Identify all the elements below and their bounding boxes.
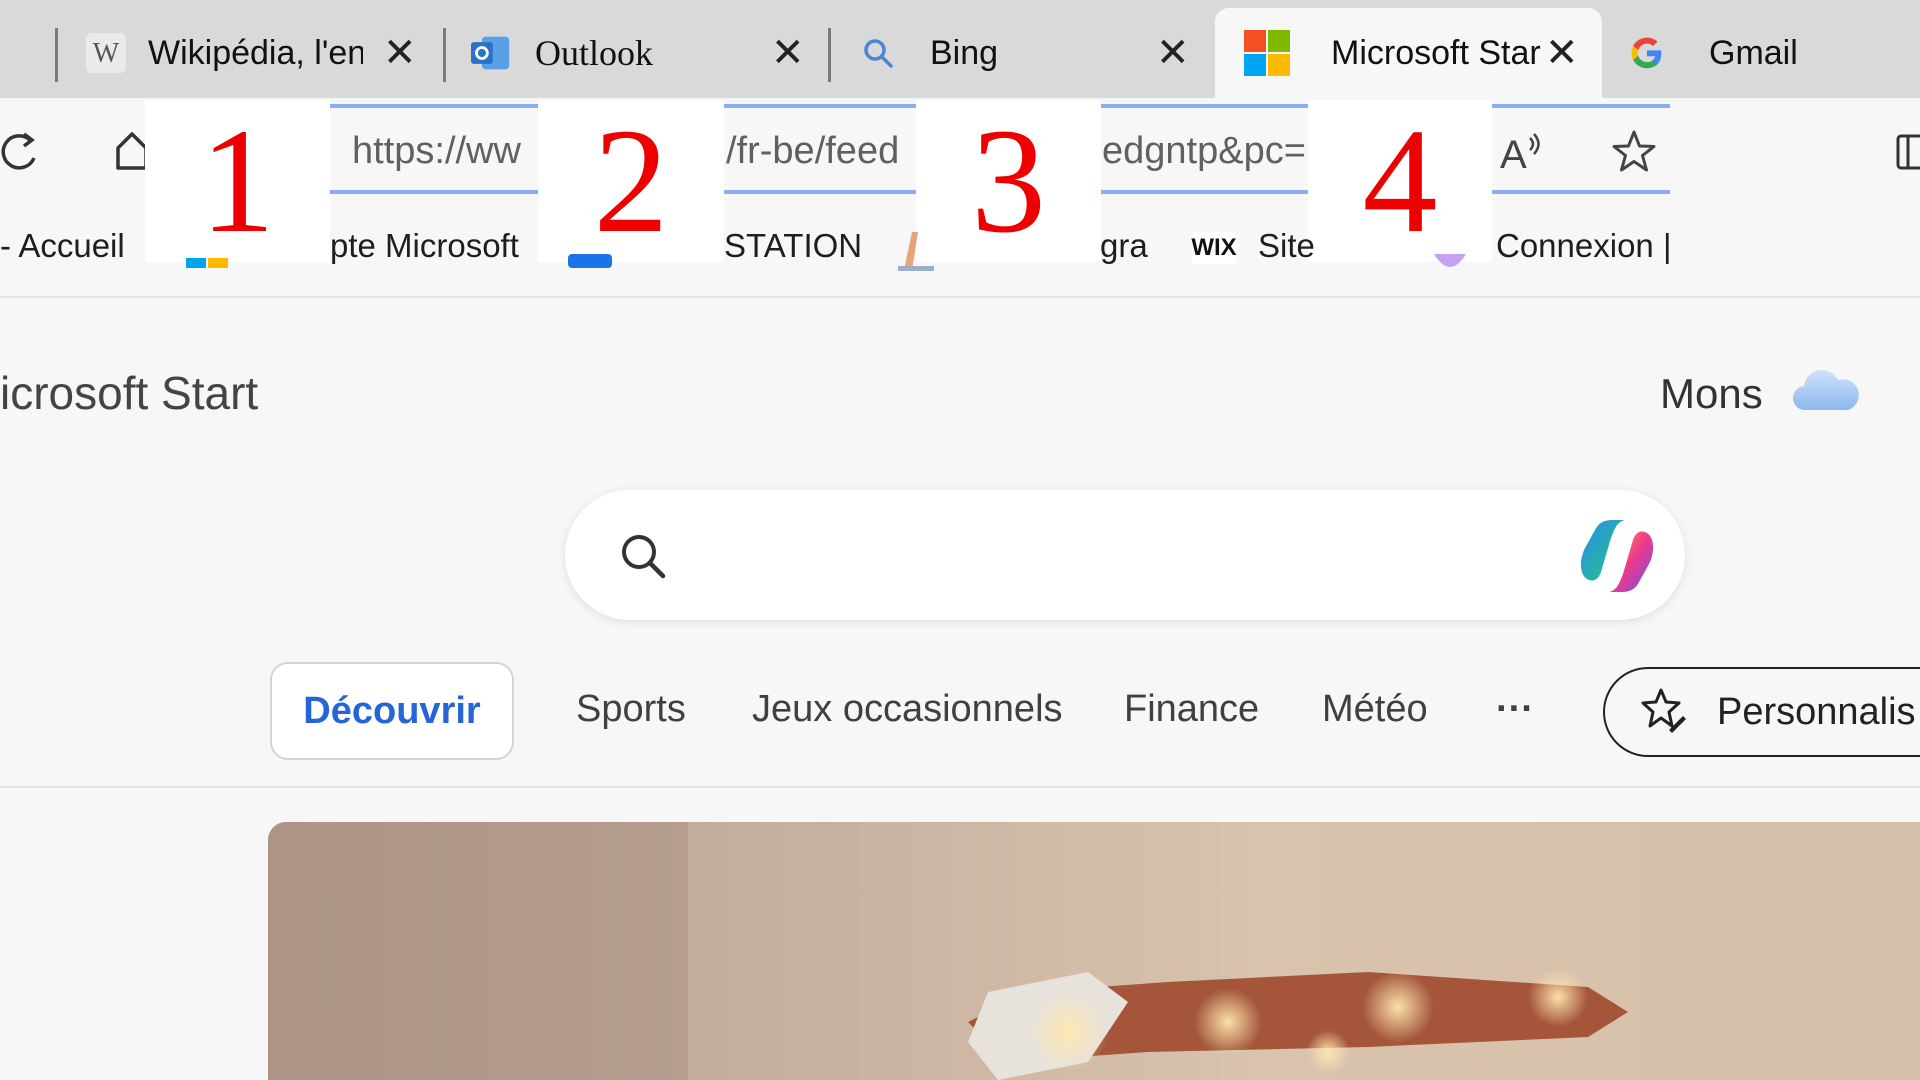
tab-separator bbox=[828, 28, 831, 82]
tab-finance[interactable]: Finance bbox=[1124, 688, 1259, 731]
overlay-marker-2: 2 bbox=[538, 100, 724, 262]
address-text[interactable]: edgntp&pc= bbox=[1102, 130, 1308, 173]
address-text[interactable]: https://ww bbox=[352, 130, 538, 173]
overlay-number: 1 bbox=[200, 98, 275, 264]
tab-bing[interactable]: Bing ✕ bbox=[850, 8, 1210, 98]
tab-separator bbox=[55, 28, 58, 82]
hero-image[interactable] bbox=[268, 822, 1920, 1080]
svg-text:A: A bbox=[1500, 133, 1527, 176]
address-bar-border bbox=[328, 104, 538, 108]
address-text[interactable]: /fr-be/feed bbox=[726, 130, 916, 173]
read-aloud-icon[interactable]: A bbox=[1498, 128, 1546, 176]
outlook-icon bbox=[471, 33, 511, 73]
overlay-number: 3 bbox=[971, 98, 1046, 264]
tab-microsoft-start[interactable]: Microsoft Star ✕ bbox=[1215, 8, 1602, 98]
overlay-marker-3: 3 bbox=[916, 100, 1101, 262]
bookmark-item[interactable]: gra bbox=[1100, 227, 1148, 265]
split-screen-icon[interactable] bbox=[1896, 130, 1920, 174]
sparkle-pen-icon bbox=[1639, 686, 1687, 739]
tab-discover-label: Découvrir bbox=[303, 689, 481, 732]
tab-title: Microsoft Star bbox=[1331, 33, 1541, 72]
microsoft-logo-icon bbox=[1243, 29, 1291, 77]
tab-separator bbox=[443, 28, 446, 82]
bookmark-favicon bbox=[568, 252, 612, 268]
tab-wikipedia[interactable]: W Wikipédia, l'en ✕ bbox=[78, 8, 438, 98]
more-options-button[interactable]: ··· bbox=[1496, 688, 1534, 731]
tab-title: Bing bbox=[930, 33, 999, 72]
bookmark-item[interactable]: - Accueil bbox=[0, 227, 125, 265]
tab-sports[interactable]: Sports bbox=[576, 688, 686, 731]
wix-icon-label: WIX bbox=[1191, 234, 1237, 261]
address-bar-border bbox=[722, 190, 916, 194]
close-icon[interactable]: ✕ bbox=[1545, 33, 1579, 73]
tab-title: Outlook bbox=[535, 33, 654, 73]
tab-casual-games[interactable]: Jeux occasionnels bbox=[752, 688, 1063, 731]
search-bar[interactable] bbox=[565, 490, 1685, 620]
bookmark-item[interactable]: STATION bbox=[724, 227, 862, 265]
overlay-number: 2 bbox=[593, 98, 669, 264]
nav-divider bbox=[0, 786, 1920, 788]
bookmarks-divider bbox=[0, 296, 1920, 298]
tab-outlook[interactable]: Outlook ✕ bbox=[465, 8, 825, 98]
search-icon bbox=[858, 33, 898, 73]
address-bar-border bbox=[1492, 104, 1670, 108]
bookmark-item[interactable]: Connexion | bbox=[1496, 227, 1672, 265]
tab-discover[interactable]: Découvrir bbox=[270, 662, 514, 760]
overlay-marker-1: 1 bbox=[145, 100, 330, 262]
address-bar-border bbox=[328, 190, 538, 194]
microsoft-account-icon bbox=[186, 254, 230, 268]
bookmark-favicon bbox=[892, 228, 938, 272]
personalize-label: Personnalis bbox=[1717, 690, 1916, 733]
close-icon[interactable]: ✕ bbox=[383, 33, 417, 73]
google-icon bbox=[1627, 33, 1667, 73]
address-bar-border bbox=[722, 104, 916, 108]
tab-weather[interactable]: Météo bbox=[1322, 688, 1428, 731]
address-bar-border bbox=[1100, 190, 1310, 194]
cloud-icon[interactable] bbox=[1790, 366, 1862, 416]
close-icon[interactable]: ✕ bbox=[771, 33, 805, 73]
tab-strip: W Wikipédia, l'en ✕ Outlook ✕ Bing ✕ Mic… bbox=[0, 0, 1920, 98]
weather-location[interactable]: Mons bbox=[1660, 370, 1763, 418]
wikipedia-icon: W bbox=[86, 33, 126, 73]
tab-title: Wikipédia, l'en bbox=[148, 33, 363, 72]
close-icon[interactable]: ✕ bbox=[1156, 33, 1190, 73]
personalize-button[interactable]: Personnalis bbox=[1603, 667, 1920, 757]
bookmark-favicon bbox=[1430, 254, 1470, 272]
overlay-number: 4 bbox=[1362, 98, 1438, 264]
svg-text:W: W bbox=[93, 38, 120, 69]
search-icon bbox=[615, 528, 671, 584]
wix-icon: WIX bbox=[1191, 232, 1237, 264]
tab-gmail[interactable]: Gmail bbox=[1605, 8, 1920, 98]
overlay-marker-4: 4 bbox=[1308, 100, 1492, 262]
address-bar-border bbox=[1100, 104, 1310, 108]
page-brand-title[interactable]: icrosoft Start bbox=[0, 366, 258, 420]
copilot-icon[interactable] bbox=[1575, 516, 1659, 596]
favorite-star-icon[interactable] bbox=[1610, 128, 1658, 176]
refresh-icon[interactable] bbox=[0, 128, 40, 174]
tab-title: Gmail bbox=[1709, 33, 1798, 72]
hero-image-art bbox=[268, 822, 1628, 1080]
bookmark-item[interactable]: Site bbox=[1258, 227, 1315, 265]
address-bar-border bbox=[1492, 190, 1670, 194]
bookmark-item[interactable]: pte Microsoft bbox=[330, 227, 519, 265]
